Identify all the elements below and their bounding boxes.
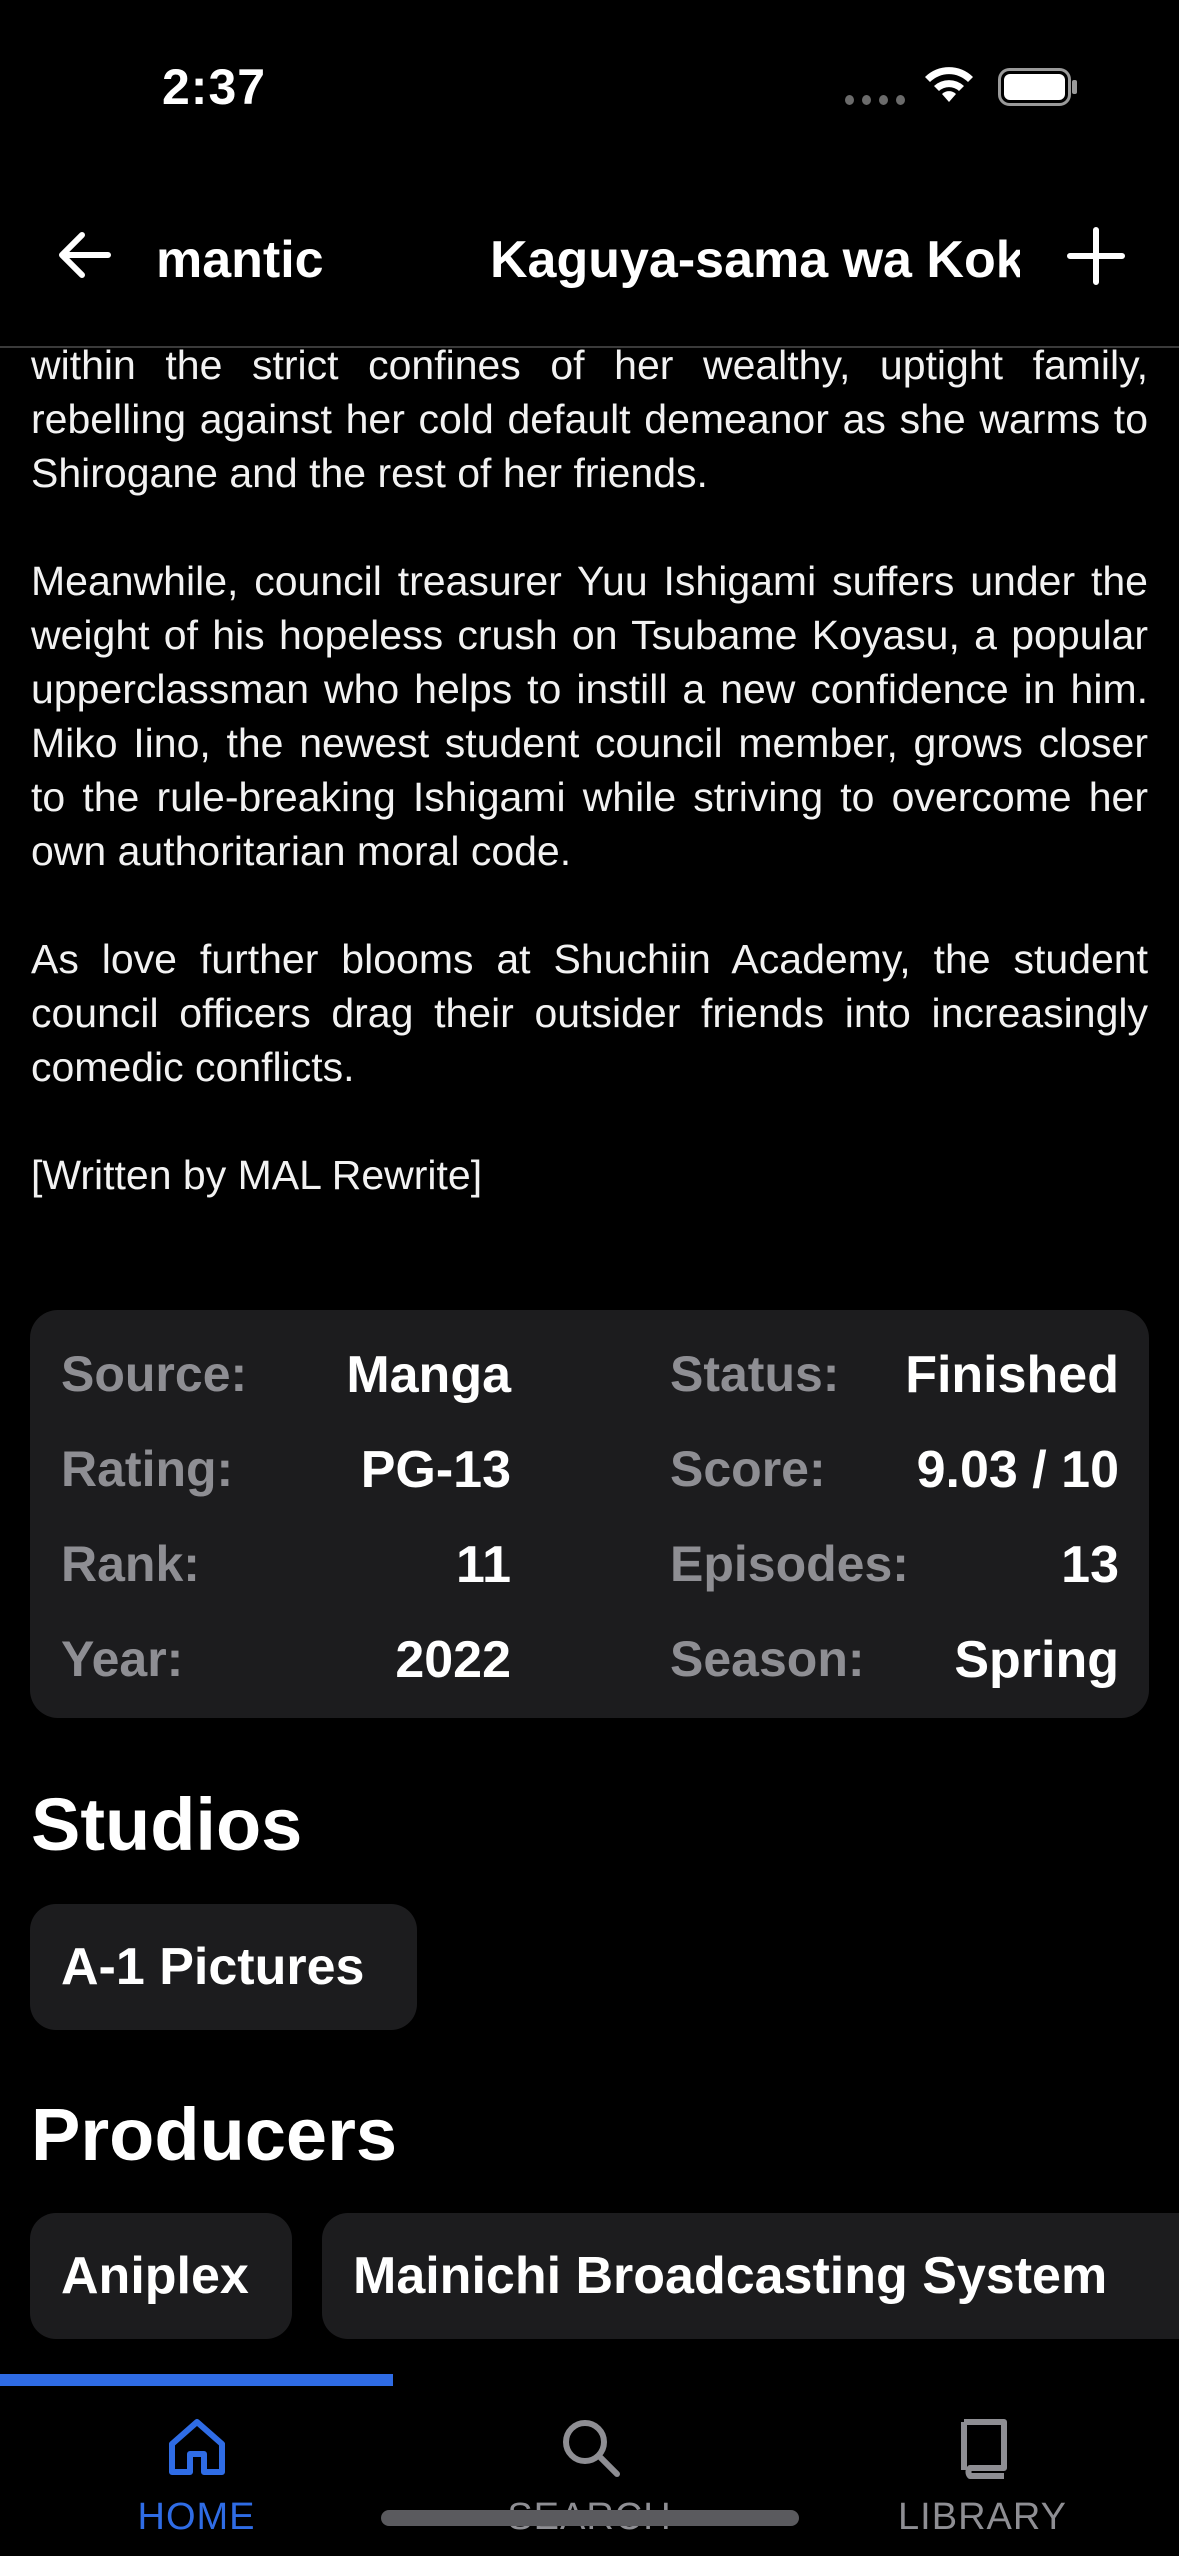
rank-value: 11 (456, 1536, 511, 1594)
producer-chip[interactable]: Mainichi Broadcasting System (322, 2213, 1179, 2339)
status-value: Finished (905, 1346, 1119, 1404)
synopsis-credit: [Written by MAL Rewrite] (31, 1152, 483, 1198)
book-icon (961, 2419, 1007, 2479)
home-indicator (381, 2510, 799, 2526)
rating-value: PG-13 (360, 1441, 511, 1499)
wifi-icon (925, 67, 973, 102)
tab-library-label: LIBRARY (898, 2496, 1067, 2538)
info-row: Source: Manga Status: Finished (30, 1345, 1149, 1405)
status-time: 2:37 (162, 59, 267, 115)
info-card: Source: Manga Status: Finished Rating: P… (30, 1310, 1149, 1718)
tab-selection-indicator (0, 2374, 393, 2386)
status-bar: 2:37 (0, 0, 1179, 180)
producer-chip[interactable]: Aniplex (30, 2213, 292, 2339)
score-label: Score: (670, 1441, 826, 1497)
tab-home[interactable]: HOME (0, 2386, 393, 2556)
arrow-left-icon[interactable] (50, 220, 120, 290)
season-value: Spring (954, 1631, 1119, 1689)
nav-title: Kaguya-sama wa Kokurasetai: Ultra Romant… (490, 231, 1020, 289)
search-icon (563, 2420, 620, 2477)
year-label: Year: (61, 1631, 184, 1687)
rating-label: Rating: (61, 1441, 234, 1497)
status-label: Status: (670, 1346, 840, 1402)
tab-home-label: HOME (137, 2496, 256, 2538)
info-row: Year: 2022 Season: Spring (30, 1630, 1149, 1690)
nav-title-marquee-tail: mantic (156, 231, 324, 289)
source-label: Source: (61, 1346, 248, 1402)
synopsis-paragraph: Meanwhile, council treasurer Yuu Ishigam… (31, 558, 1148, 874)
year-value: 2022 (395, 1631, 511, 1689)
episodes-value: 13 (1061, 1536, 1119, 1594)
battery-icon (998, 68, 1077, 106)
home-icon (169, 2419, 225, 2475)
info-row: Rank: 11 Episodes: 13 (30, 1535, 1149, 1595)
score-value: 9.03 / 10 (916, 1441, 1119, 1499)
plus-icon[interactable] (1060, 220, 1132, 292)
tab-bar: HOME SEARCH LIBRARY (0, 2386, 1179, 2556)
source-value: Manga (346, 1346, 511, 1404)
cellular-signal-icon (845, 95, 905, 105)
rank-label: Rank: (61, 1536, 200, 1592)
studio-chip[interactable]: A-1 Pictures (30, 1904, 417, 2030)
synopsis-paragraph: As love further blooms at Shuchiin Acade… (31, 936, 1148, 1090)
synopsis: within the strict confines of her wealth… (31, 338, 1148, 1202)
episodes-label: Episodes: (670, 1536, 909, 1592)
tab-library[interactable]: LIBRARY (786, 2386, 1179, 2556)
season-label: Season: (670, 1631, 865, 1687)
info-row: Rating: PG-13 Score: 9.03 / 10 (30, 1440, 1149, 1500)
nav-header: mantic Kaguya-sama wa Kokurasetai: Ultra… (0, 180, 1179, 348)
tab-search[interactable]: SEARCH (393, 2386, 786, 2556)
synopsis-paragraph: within the strict confines of her wealth… (31, 342, 1148, 496)
studios-heading: Studios (31, 1783, 303, 1866)
producers-heading: Producers (31, 2093, 398, 2176)
